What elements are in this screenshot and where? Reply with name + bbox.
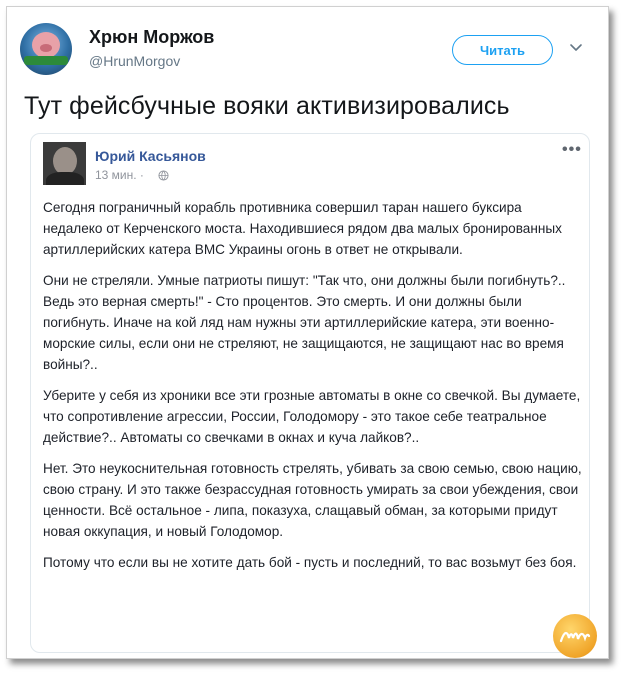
post-author-name[interactable]: Юрий Касьянов (95, 148, 206, 164)
avatar-body (46, 172, 84, 185)
post-paragraph: Они не стреляли. Умные патриоты пишут: "… (43, 273, 566, 372)
author-avatar[interactable] (20, 23, 72, 75)
watermark-logo (553, 614, 597, 658)
chevron-down-icon[interactable] (568, 40, 584, 56)
author-name[interactable]: Хрюн Моржов (89, 27, 214, 48)
post-author-avatar[interactable] (43, 142, 86, 185)
tweet-text: Тут фейсбучные вояки активизировались (24, 92, 510, 120)
globe-icon (158, 170, 169, 181)
pig-snout (40, 44, 52, 52)
author-handle[interactable]: @HrunMorgov (89, 53, 180, 69)
post-timestamp[interactable]: 13 мин. · (95, 168, 144, 182)
post-paragraph: Уберите у себя из хроники все эти грозны… (43, 388, 581, 445)
watermark-logo-glyph (559, 631, 591, 643)
avatar-head (53, 147, 77, 175)
post-paragraph: Сегодня пограничный корабль противника с… (43, 200, 562, 257)
avatar-band (24, 56, 68, 65)
more-options-icon[interactable]: ••• (562, 141, 582, 159)
follow-button[interactable]: Читать (452, 35, 553, 65)
post-paragraph: Потому что если вы не хотите дать бой - … (43, 555, 577, 570)
post-paragraph: Нет. Это неукоснительная готовность стре… (43, 461, 582, 539)
post-body: Сегодня пограничный корабль противника с… (43, 197, 583, 583)
